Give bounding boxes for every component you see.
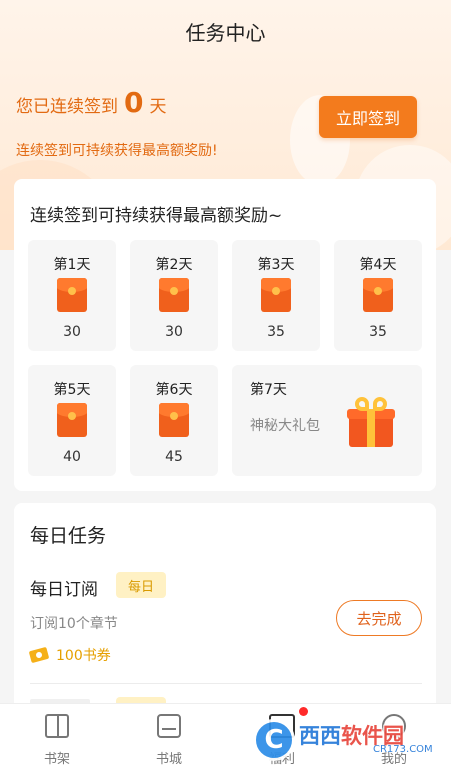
checkin-day-6: 第6天 45	[130, 365, 218, 476]
day-label: 第3天	[257, 257, 295, 273]
streak-days: 0	[124, 86, 144, 119]
gift-box-icon	[347, 397, 395, 447]
watermark-c-icon: C	[253, 719, 295, 761]
top-bar: 任务中心	[0, 0, 451, 62]
task-complete-button[interactable]: 去完成	[336, 600, 422, 636]
tab-label: 书城	[155, 752, 182, 767]
task-reward-text: 100书券	[56, 648, 111, 664]
watermark-main-a: 西西	[299, 724, 341, 748]
red-envelope-icon	[159, 278, 189, 312]
checkin-rewards-card: 连续签到可持续获得最高额奖励~ 第1天 30 第2天 30 第3天 35 第4天…	[14, 179, 436, 491]
checkin-day-3: 第3天 35	[232, 240, 320, 351]
task-name: 每日订阅	[30, 580, 98, 600]
daily-tasks-title: 每日任务	[30, 525, 107, 547]
day-label: 第6天	[155, 382, 193, 398]
red-envelope-icon	[159, 403, 189, 437]
checkin-day-4: 第4天 35	[334, 240, 422, 351]
bookshelf-icon	[45, 714, 69, 738]
checkin-streak: 您已连续签到 0 天	[16, 86, 166, 119]
watermark-text: 西西软件园 CR173.COM	[299, 720, 433, 760]
day-label: 第7天	[250, 382, 287, 398]
streak-suffix: 天	[149, 97, 167, 117]
checkin-card-title: 连续签到可持续获得最高额奖励~	[30, 206, 283, 226]
ticket-icon	[28, 646, 50, 664]
checkin-subline: 连续签到可持续获得最高额奖励!	[16, 143, 218, 159]
day-label: 第2天	[155, 257, 193, 273]
day-label: 第1天	[53, 257, 91, 273]
daily-tasks-card: 每日任务 每日订阅 每日 订阅10个章节 去完成 100书券	[14, 503, 436, 713]
day-amount: 30	[63, 324, 81, 340]
day-amount: 40	[63, 449, 81, 465]
task-description: 订阅10个章节	[30, 616, 118, 632]
day-amount: 35	[369, 324, 387, 340]
divider	[30, 683, 422, 684]
day7-reward-text: 神秘大礼包	[250, 418, 320, 434]
checkin-day-5: 第5天 40	[28, 365, 116, 476]
checkin-day-2: 第2天 30	[130, 240, 218, 351]
bookstore-icon	[157, 714, 181, 738]
checkin-day-7: 第7天 神秘大礼包	[232, 365, 422, 476]
day-amount: 45	[165, 449, 183, 465]
watermark-sub: CR173.COM	[373, 744, 433, 755]
day-label: 第5天	[53, 382, 91, 398]
page-title: 任务中心	[185, 20, 266, 45]
task-tag-badge: 每日	[116, 572, 166, 598]
day-label: 第4天	[359, 257, 397, 273]
streak-prefix: 您已连续签到	[16, 97, 118, 117]
red-envelope-icon	[57, 278, 87, 312]
task-reward: 100书券	[28, 645, 111, 665]
day-amount: 35	[267, 324, 285, 340]
watermark-logo: C 西西软件园 CR173.COM	[253, 718, 433, 762]
checkin-day-1: 第1天 30	[28, 240, 116, 351]
tab-label: 书架	[43, 752, 70, 767]
day-amount: 30	[165, 324, 183, 340]
red-envelope-icon	[57, 403, 87, 437]
red-envelope-icon	[261, 278, 291, 312]
red-envelope-icon	[363, 278, 393, 312]
sign-in-button[interactable]: 立即签到	[319, 96, 417, 138]
notification-dot	[299, 707, 308, 716]
